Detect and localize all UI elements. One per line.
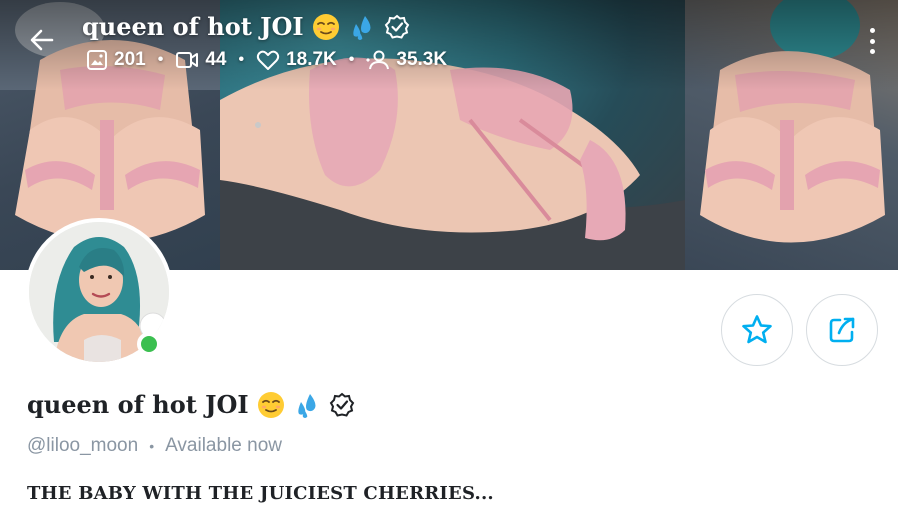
more-options-button[interactable] [868,28,876,54]
stat-videos: 44 [175,49,226,71]
fans-icon [366,50,390,70]
stat-separator: • [238,51,245,68]
more-vertical-icon [869,28,875,33]
stat-photos-value: 201 [114,49,146,70]
online-status-indicator [137,332,161,356]
verified-badge-icon [329,392,354,417]
share-profile-button[interactable] [806,294,878,366]
stat-separator: • [157,51,164,68]
meta-separator: • [149,438,155,454]
sweat-droplets-icon [297,393,316,418]
sweat-droplets-icon [352,15,371,40]
profile-name-text: queen of hot JOI [27,390,249,419]
stat-photos: 201 [86,49,146,71]
image-icon [87,50,107,70]
stat-fans: 35.3K [366,49,447,71]
stat-separator: • [348,51,355,68]
relieved-face-icon [312,13,339,40]
back-button[interactable] [24,22,60,58]
profile-handle[interactable]: @liloo_moon [27,435,138,457]
profile-bio: THE BABY WITH THE JUICIEST CHERRIES... [27,483,494,504]
relieved-face-icon [257,391,284,418]
share-icon [829,317,855,343]
stat-likes: 18.7K [256,49,337,71]
cover-profile-title: queen of hot JOI [82,12,410,41]
verified-badge-icon [384,14,409,39]
profile-name: queen of hot JOI [27,390,355,419]
heart-icon [256,50,280,70]
add-to-favorites-button[interactable] [721,294,793,366]
profile-stats: 201 • 44 • 18.7K • 35.3K [86,49,447,71]
cover-title-text: queen of hot JOI [82,12,304,41]
video-icon [176,52,199,68]
stat-videos-value: 44 [205,49,227,70]
profile-meta: @liloo_moon • Available now [27,435,282,457]
star-outline-icon [742,315,772,344]
availability-status: Available now [165,435,282,456]
stat-likes-value: 18.7K [286,49,337,70]
stat-fans-value: 35.3K [396,49,448,70]
arrow-left-icon [30,29,54,51]
